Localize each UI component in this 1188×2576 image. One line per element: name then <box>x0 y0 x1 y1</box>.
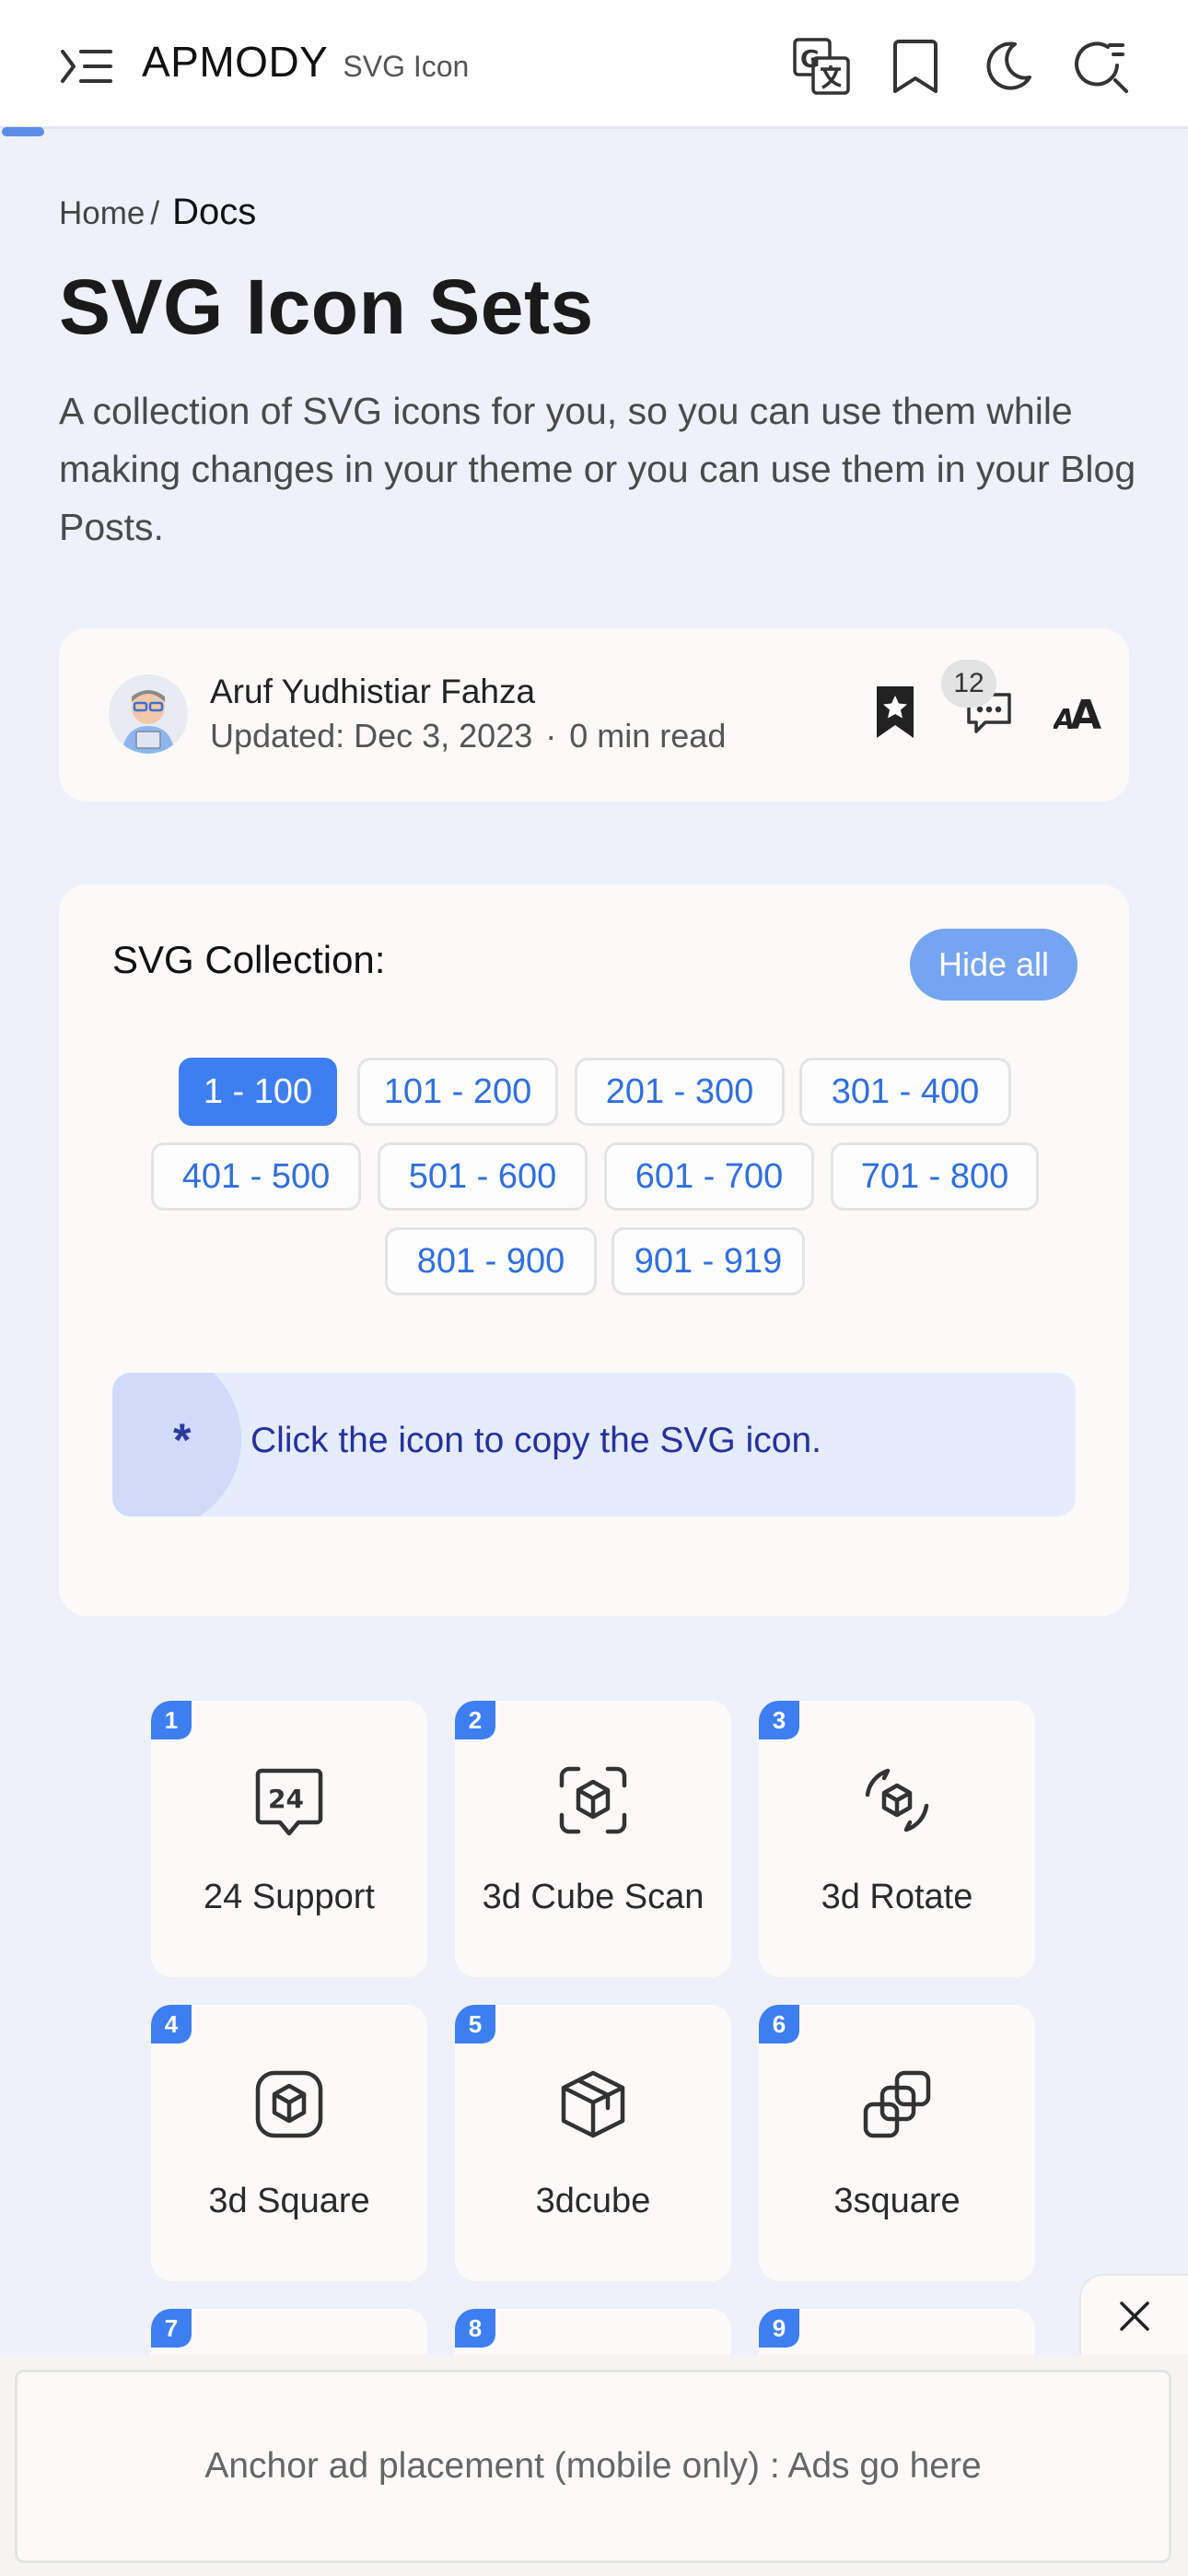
svg-collection-card: SVG Collection: Hide all 1 - 100 101 - 2… <box>59 884 1129 1616</box>
post-meta: Updated: Dec 3, 2023 · 0 min read <box>210 717 726 755</box>
comment-count-badge: 12 <box>941 660 996 708</box>
tile-number: 2 <box>455 1701 495 1739</box>
range-button-701-800[interactable]: 701 - 800 <box>831 1142 1039 1211</box>
icon-tile-3d-rotate[interactable]: 3 3d Rotate <box>759 1701 1035 1977</box>
tile-number: 7 <box>151 2309 192 2348</box>
icon-tile-3d-cube-scan[interactable]: 2 3d Cube Scan <box>455 1701 731 1977</box>
menu-icon[interactable] <box>53 37 120 96</box>
3square-icon <box>860 2067 934 2141</box>
range-button-501-600[interactable]: 501 - 600 <box>378 1142 588 1211</box>
icon-tile-24-support[interactable]: 1 24 24 Support <box>151 1701 427 1977</box>
range-button-401-500[interactable]: 401 - 500 <box>151 1142 361 1211</box>
author-card: Aruf Yudhistiar Fahza Updated: Dec 3, 20… <box>59 628 1129 802</box>
icon-tile-3square[interactable]: 6 3square <box>759 2005 1035 2281</box>
3d-square-icon <box>252 2067 326 2141</box>
range-button-201-300[interactable]: 201 - 300 <box>575 1058 785 1126</box>
close-ad-button[interactable] <box>1079 2274 1188 2357</box>
tile-number: 4 <box>151 2005 192 2043</box>
tile-number: 8 <box>455 2309 495 2348</box>
avatar[interactable] <box>109 674 188 754</box>
breadcrumb-home-link[interactable]: Home <box>59 195 145 232</box>
3dcube-icon <box>556 2067 630 2141</box>
svg-text:A: A <box>1070 692 1101 734</box>
author-name[interactable]: Aruf Yudhistiar Fahza <box>210 673 535 711</box>
range-button-301-400[interactable]: 301 - 400 <box>799 1058 1011 1126</box>
tile-label: 3d Rotate <box>821 1878 973 1916</box>
svg-text:24: 24 <box>268 1784 304 1814</box>
breadcrumb-current[interactable]: Docs <box>172 192 256 233</box>
brand-subtitle: SVG Icon <box>343 50 470 83</box>
range-button-1-100[interactable]: 1 - 100 <box>179 1058 337 1126</box>
brand-logo[interactable]: APMODY SVG Icon <box>142 37 469 87</box>
icon-tile-3dcube[interactable]: 5 3dcube <box>455 2005 731 2281</box>
tile-number: 5 <box>455 2005 495 2043</box>
close-icon <box>1120 2301 1149 2331</box>
breadcrumb-separator: / <box>150 195 160 231</box>
3d-rotate-icon <box>860 1763 934 1837</box>
tile-label: 3dcube <box>535 2182 651 2220</box>
brand-name: APMODY <box>142 38 329 86</box>
tile-number: 6 <box>759 2005 799 2043</box>
reading-progress-bar <box>2 127 44 136</box>
svg-text:G: G <box>800 46 820 74</box>
translate-icon[interactable]: G <box>788 33 855 100</box>
hint-asterisk: * <box>173 1414 192 1466</box>
collection-title: SVG Collection: <box>112 938 386 981</box>
page-title: SVG Icon Sets <box>59 263 594 350</box>
search-icon[interactable] <box>1068 33 1135 100</box>
anchor-ad-container: Anchor ad placement (mobile only) : Ads … <box>0 2355 1188 2576</box>
3d-cube-scan-icon <box>556 1763 630 1837</box>
anchor-ad-placeholder[interactable]: Anchor ad placement (mobile only) : Ads … <box>15 2370 1171 2563</box>
tile-label: 3square <box>833 2182 961 2220</box>
24-support-icon: 24 <box>252 1763 326 1837</box>
range-button-101-200[interactable]: 101 - 200 <box>357 1058 558 1126</box>
range-button-801-900[interactable]: 801 - 900 <box>385 1227 597 1295</box>
moon-icon[interactable] <box>974 33 1041 100</box>
hide-all-button[interactable]: Hide all <box>910 929 1077 1001</box>
page-description: A collection of SVG icons for you, so yo… <box>59 390 1136 548</box>
meta-separator: · <box>545 717 557 755</box>
tile-label: 3d Cube Scan <box>482 1878 705 1916</box>
updated-date: Updated: Dec 3, 2023 <box>210 717 533 755</box>
tile-number: 9 <box>759 2309 799 2348</box>
tile-number: 3 <box>759 1701 799 1739</box>
range-button-901-919[interactable]: 901 - 919 <box>611 1227 805 1295</box>
read-time: 0 min read <box>569 717 727 755</box>
tile-label: 24 Support <box>204 1878 375 1916</box>
copy-hint-text: Click the icon to copy the SVG icon. <box>250 1421 821 1460</box>
bookmark-icon[interactable] <box>882 33 949 100</box>
tile-number: 1 <box>151 1701 192 1739</box>
tile-label: 3d Square <box>208 2182 370 2220</box>
bookmark-star-icon[interactable] <box>858 674 932 748</box>
font-size-icon[interactable]: A A <box>1044 674 1118 748</box>
breadcrumb: Home / Docs <box>59 192 256 233</box>
icon-tile-3d-square[interactable]: 4 3d Square <box>151 2005 427 2281</box>
copy-hint-box: * Click the icon to copy the SVG icon. <box>112 1373 1076 1516</box>
top-header: APMODY SVG Icon G <box>0 0 1188 129</box>
range-button-601-700[interactable]: 601 - 700 <box>604 1142 814 1211</box>
